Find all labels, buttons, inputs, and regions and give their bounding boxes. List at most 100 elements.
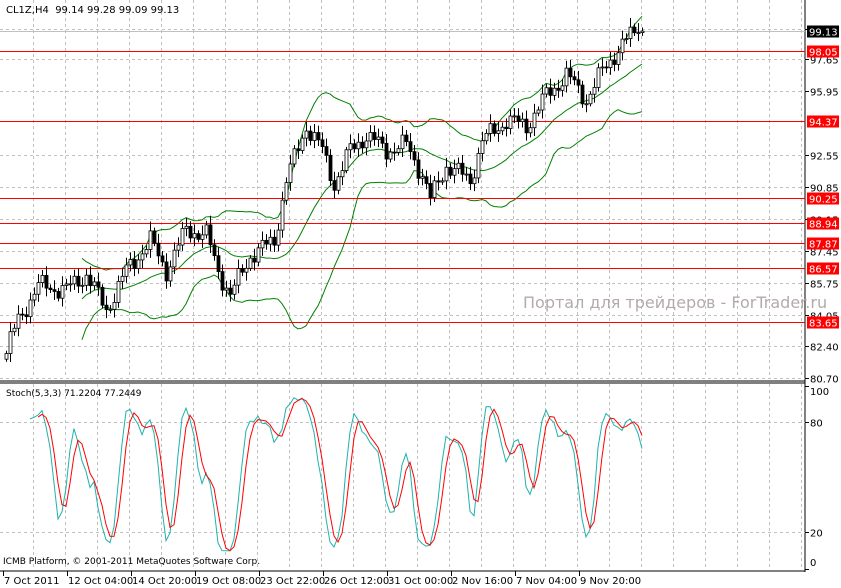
candle-bull bbox=[60, 285, 65, 299]
candle-bear bbox=[156, 242, 161, 257]
candle-bull bbox=[172, 249, 177, 268]
candle-bull bbox=[452, 168, 457, 176]
candle-bull bbox=[276, 229, 281, 246]
symbol-label: CL1Z,H4 bbox=[6, 5, 49, 16]
candle-bear bbox=[448, 166, 453, 176]
candle-bull bbox=[244, 267, 249, 273]
level-price-label: 88.94 bbox=[809, 220, 838, 231]
candle-bull bbox=[336, 176, 341, 191]
candle-bull bbox=[564, 67, 569, 87]
candle-bull bbox=[148, 230, 153, 250]
candle-bull bbox=[140, 253, 145, 261]
time-label: 19 Oct 08:00 bbox=[196, 576, 261, 587]
price-tick-label: 95.95 bbox=[810, 88, 839, 99]
time-label: 7 Oct 2011 bbox=[4, 576, 59, 587]
candle-bear bbox=[416, 159, 421, 179]
candle-bull bbox=[464, 173, 469, 176]
price-tick-label: 92.55 bbox=[810, 152, 839, 163]
time-label: 31 Oct 00:00 bbox=[388, 576, 453, 587]
candle-bear bbox=[632, 26, 637, 34]
time-label: 7 Nov 04:00 bbox=[516, 576, 577, 587]
time-label: 26 Oct 12:00 bbox=[324, 576, 389, 587]
candle-bull bbox=[72, 275, 77, 285]
stoch-tick-label: 100 bbox=[810, 387, 829, 398]
candle-bull bbox=[68, 283, 73, 286]
candle-bull bbox=[232, 284, 237, 295]
candle-bull bbox=[64, 283, 69, 286]
candle-bull bbox=[592, 87, 597, 95]
candle-bear bbox=[468, 173, 473, 185]
candle-bull bbox=[136, 259, 141, 269]
candle-bull bbox=[532, 112, 537, 129]
candle-bull bbox=[344, 149, 349, 172]
candle-bear bbox=[492, 123, 497, 134]
level-price-label: 83.65 bbox=[809, 319, 838, 330]
candle-bull bbox=[288, 163, 293, 183]
candle-bull bbox=[356, 141, 361, 150]
stoch-tick-label: 0 bbox=[810, 558, 816, 569]
chart-window[interactable]: 99.2597.6595.9592.5590.8589.1587.4585.75… bbox=[0, 0, 841, 588]
candle-bull bbox=[168, 266, 173, 282]
candle-bear bbox=[372, 132, 377, 140]
candle-bull bbox=[112, 302, 117, 310]
candle-bull bbox=[400, 134, 405, 150]
level-price-label: 94.37 bbox=[809, 118, 838, 129]
candle-bull bbox=[128, 259, 133, 266]
candle-bull bbox=[280, 199, 285, 231]
candle-bear bbox=[404, 134, 409, 143]
candle-bull bbox=[300, 137, 305, 151]
candle-bear bbox=[556, 87, 561, 91]
level-price-label: 87.87 bbox=[809, 240, 838, 251]
candle-bull bbox=[484, 133, 489, 142]
candle-bear bbox=[196, 233, 201, 240]
level-price-label: 98.05 bbox=[809, 48, 838, 59]
candle-bull bbox=[544, 87, 549, 95]
candle-bear bbox=[220, 271, 225, 291]
stoch-tick-label: 20 bbox=[810, 529, 823, 540]
candle-bear bbox=[524, 118, 529, 134]
candle-bear bbox=[100, 286, 105, 306]
candle-bear bbox=[272, 236, 277, 246]
candle-bull bbox=[432, 180, 437, 199]
candle-bull bbox=[16, 313, 21, 329]
candle-bull bbox=[84, 274, 89, 286]
candle-bear bbox=[568, 67, 573, 78]
candle-bull bbox=[204, 224, 209, 236]
copyright-text: ICMB Platform, © 2001-2011 MetaQuotes So… bbox=[3, 557, 261, 567]
candle-bear bbox=[152, 230, 157, 244]
candle-bull bbox=[256, 247, 261, 263]
candle-bear bbox=[548, 87, 553, 96]
candle-bear bbox=[360, 141, 365, 149]
candle-bear bbox=[212, 244, 217, 257]
candle-bull bbox=[8, 331, 13, 354]
candle-bear bbox=[188, 225, 193, 239]
candle-bull bbox=[120, 275, 125, 282]
candle-bull bbox=[248, 257, 253, 269]
time-label: 14 Oct 20:00 bbox=[132, 576, 197, 587]
candle-bull bbox=[376, 136, 381, 140]
candle-bear bbox=[580, 84, 585, 105]
watermark: Портал для трейдеров - ForTrader.ru bbox=[523, 293, 828, 312]
candle-bull bbox=[348, 143, 353, 151]
level-price-label: 90.25 bbox=[809, 195, 838, 206]
candle-bull bbox=[488, 123, 493, 134]
price-tick-label: 80.70 bbox=[810, 375, 839, 386]
chart-header: CL1Z,H4 99.14 99.28 99.09 99.13 bbox=[6, 5, 179, 16]
candle-bull bbox=[636, 32, 641, 34]
candle-bull bbox=[624, 38, 629, 40]
candle-bear bbox=[52, 289, 57, 292]
candle-bull bbox=[40, 275, 45, 283]
candle-bull bbox=[312, 132, 317, 141]
candle-bull bbox=[616, 52, 621, 65]
candle-bull bbox=[620, 38, 625, 54]
candle-bull bbox=[540, 93, 545, 111]
candle-bear bbox=[604, 66, 609, 69]
candle-bull bbox=[260, 239, 265, 249]
candle-bull bbox=[224, 287, 229, 291]
candle-bear bbox=[104, 304, 109, 311]
candle-bear bbox=[328, 154, 333, 182]
candle-bull bbox=[184, 225, 189, 229]
candle-bull bbox=[144, 249, 149, 255]
candle-bull bbox=[292, 148, 297, 165]
candle-bull bbox=[588, 93, 593, 105]
